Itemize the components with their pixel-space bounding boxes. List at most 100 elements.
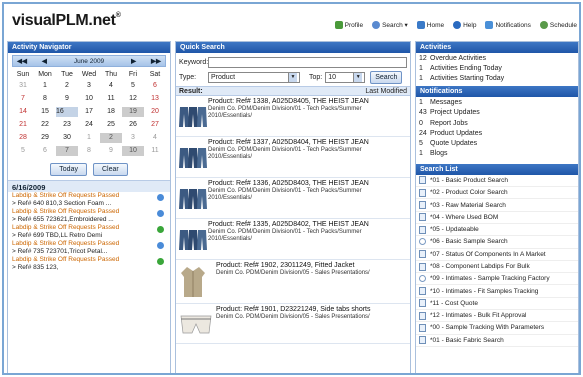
clear-button[interactable]: Clear [92,163,128,176]
saved-search-item[interactable]: *10 - Intimates - Fit Samples Tracking [416,285,578,298]
item-label[interactable]: Blogs [430,149,448,159]
calendar-day[interactable]: 2 [56,81,78,91]
result-title[interactable]: Product: Ref# 1901, D23221249, Side tabs… [216,306,410,314]
activity-item[interactable]: Labdip & Strike Off Requests Passed > Ref… [8,224,170,240]
saved-search-label[interactable]: *09 - Intimates - Sample Tracking Factor… [430,275,550,282]
item-label[interactable]: Activities Starting Today [430,74,504,84]
activity-ref[interactable]: > Ref# 655 723621,Embroidered ... [12,216,166,224]
result-title[interactable]: Product: Ref# 1337, A025D8404, THE HEIST… [208,139,406,147]
item-label[interactable]: Project Updates [430,108,480,118]
activity-ref[interactable]: > Ref# 835 123, [12,264,166,272]
item-label[interactable]: Report Jobs [430,119,468,129]
saved-search-item[interactable]: *11 - Cost Quote [416,298,578,311]
saved-search-item[interactable]: *00 - Sample Tracking With Parameters [416,322,578,335]
result-title[interactable]: Product: Ref# 1335, A025D8402, THE HEIST… [208,221,406,229]
calendar-day[interactable]: 1 [78,133,100,143]
saved-search-item[interactable]: *09 - Intimates - Sample Tracking Factor… [416,273,578,286]
saved-search-item[interactable]: *02 - Product Color Search [416,187,578,200]
calendar-day[interactable]: 11 [144,146,166,156]
topnav-item[interactable]: Home [416,21,444,29]
activity-item[interactable]: Labdip & Strike Off Requests Passed > Ref… [8,192,170,208]
result-title[interactable]: Product: Ref# 1902, 23011249, Fitted Jac… [216,262,410,270]
calendar-day[interactable]: 3 [78,81,100,91]
result-title[interactable]: Product: Ref# 1338, A025D8405, THE HEIST… [208,98,406,106]
activity-title[interactable]: Labdip & Strike Off Requests Passed [12,256,166,264]
saved-search-item[interactable]: *05 - Updateable [416,224,578,237]
last-modified-sort[interactable]: Last Modified [365,88,407,95]
activity-title[interactable]: Labdip & Strike Off Requests Passed [12,192,166,200]
saved-search-label[interactable]: *05 - Updateable [430,226,479,233]
notification-item[interactable]: 1 Blogs [416,149,578,159]
item-label[interactable]: Overdue Activities [430,54,486,64]
product-thumbnail[interactable] [179,265,207,302]
saved-search-item[interactable]: *12 - Intimates - Bulk Fit Approval [416,310,578,323]
calendar-day[interactable]: 9 [56,94,78,104]
calendar-day[interactable]: 4 [100,81,122,91]
saved-search-label[interactable]: *00 - Sample Tracking With Parameters [430,324,544,331]
topnav-item[interactable]: Help [453,21,476,29]
calendar-day[interactable]: 29 [34,133,56,143]
calendar-day[interactable]: 15 [34,107,56,117]
calendar-day[interactable]: 8 [34,94,56,104]
calendar-day[interactable]: 24 [78,120,100,130]
today-button[interactable]: Today [50,163,87,176]
topnav-item[interactable]: Notifications [485,21,531,29]
calendar-day[interactable]: 31 [12,81,34,91]
item-label[interactable]: Product Updates [430,129,482,139]
app-logo[interactable]: visualPLM.net® [12,12,121,30]
calendar-day[interactable]: 23 [56,120,78,130]
saved-search-label[interactable]: *10 - Intimates - Fit Samples Tracking [430,288,538,295]
next-year-button[interactable]: ▶▶ [151,57,161,65]
activity-title[interactable]: Labdip & Strike Off Requests Passed [12,208,166,216]
calendar-day[interactable]: 6 [34,146,56,156]
calendar-day[interactable]: 28 [12,133,34,143]
type-select[interactable]: Product ▼ [208,72,300,83]
calendar-day[interactable]: 3 [122,133,144,143]
topnav-item[interactable]: Search ▾ [372,21,408,29]
result-title[interactable]: Product: Ref# 1336, A025D8403, THE HEIST… [208,180,406,188]
saved-search-label[interactable]: *03 - Raw Material Search [430,202,506,209]
saved-search-label[interactable]: *04 - Where Used BOM [430,214,498,221]
calendar-day[interactable]: 22 [34,120,56,130]
result-item[interactable]: Product: Ref# 1335, A025D8402, THE HEIST… [176,219,410,260]
prev-month-button[interactable]: ◀ [42,57,47,65]
product-thumbnail[interactable] [179,105,207,132]
calendar-day[interactable]: 9 [100,146,122,156]
activity-ref[interactable]: > Ref# 640 810,3 Section Foam ... [12,200,166,208]
saved-search-item[interactable]: *03 - Raw Material Search [416,199,578,212]
calendar-day[interactable]: 26 [122,120,144,130]
saved-search-label[interactable]: *07 - Status Of Components In A Market [430,251,546,258]
saved-search-label[interactable]: *11 - Cost Quote [430,300,478,307]
notification-item[interactable]: 0 Report Jobs [416,119,578,129]
saved-search-item[interactable]: *04 - Where Used BOM [416,212,578,224]
saved-search-label[interactable]: *02 - Product Color Search [430,189,508,196]
notification-item[interactable]: 24 Product Updates [416,129,578,139]
saved-search-label[interactable]: *12 - Intimates - Bulk Fit Approval [430,312,526,319]
calendar-day[interactable]: 16 [56,107,78,117]
calendar-day[interactable]: 10 [78,94,100,104]
saved-search-label[interactable]: *01 - Basic Fabric Search [430,337,504,344]
calendar-day[interactable]: 12 [122,94,144,104]
saved-search-item[interactable]: *07 - Status Of Components In A Market [416,249,578,261]
chevron-down-icon[interactable]: ▼ [288,73,297,82]
calendar-day[interactable]: 25 [100,120,122,130]
keyword-input[interactable] [208,57,407,68]
calendar-day[interactable]: 5 [122,81,144,91]
product-thumbnail[interactable] [179,187,207,214]
topnav-item[interactable]: Schedule [539,21,577,29]
search-button[interactable]: Search [370,71,403,84]
prev-year-button[interactable]: ◀◀ [17,57,27,65]
calendar-day[interactable]: 21 [12,120,34,130]
notification-item[interactable]: 43 Project Updates [416,108,578,118]
saved-search-label[interactable]: *01 - Basic Product Search [430,177,508,184]
calendar-day[interactable]: 5 [12,146,34,156]
activity-title[interactable]: Labdip & Strike Off Requests Passed [12,224,166,232]
calendar-day[interactable]: 1 [34,81,56,91]
calendar-day[interactable]: 6 [144,81,166,91]
activity-item[interactable]: Labdip & Strike Off Requests Passed > Ref… [8,256,170,272]
activity-ref[interactable]: > Ref# 735 723701,Tricot Petal... [12,248,166,256]
activity-item[interactable]: Labdip & Strike Off Requests Passed > Ref… [8,208,170,224]
calendar-day[interactable]: 2 [100,133,122,143]
activity-item[interactable]: Labdip & Strike Off Requests Passed > Ref… [8,240,170,256]
product-thumbnail[interactable] [179,228,207,255]
